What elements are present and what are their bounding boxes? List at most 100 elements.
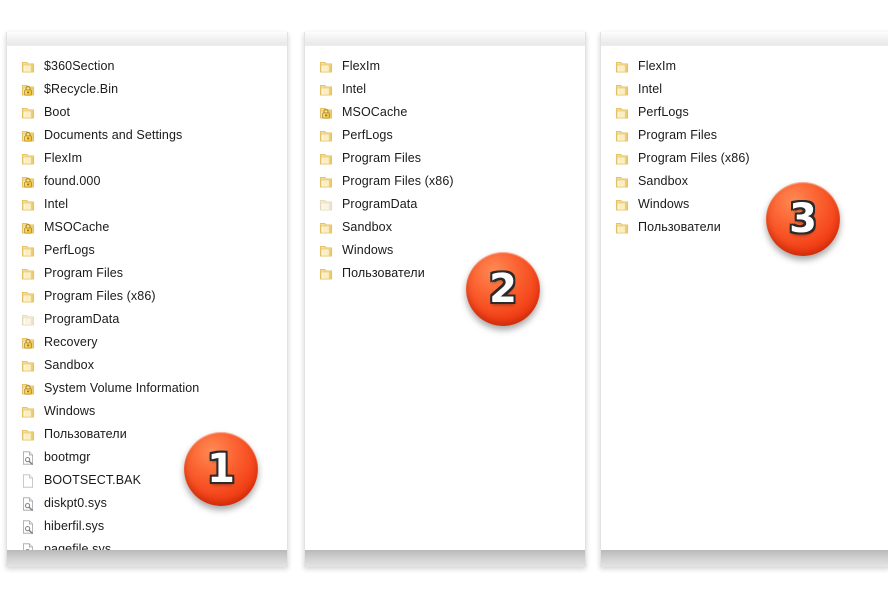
file-row[interactable]: Sandbox xyxy=(601,170,888,193)
file-row[interactable]: Program Files xyxy=(7,262,287,285)
file-row[interactable]: hiberfil.sys xyxy=(7,515,287,538)
blank-file-icon xyxy=(20,473,36,489)
explorer-panel-2[interactable]: FlexIm Intel MSOCache PerfLogs Program Files… xyxy=(304,32,586,567)
callout-badge-3: 3 xyxy=(766,182,840,256)
folder-icon xyxy=(614,82,630,98)
panel-3-file-area[interactable]: FlexIm Intel PerfLogs Program Files Program … xyxy=(601,46,888,566)
file-row[interactable]: Program Files xyxy=(305,147,585,170)
panel-1-toolbar xyxy=(7,32,287,46)
file-row[interactable]: PerfLogs xyxy=(601,101,888,124)
file-row[interactable]: Intel xyxy=(601,78,888,101)
file-row[interactable]: $Recycle.Bin xyxy=(7,78,287,101)
folder-icon xyxy=(614,59,630,75)
file-name-label: Windows xyxy=(342,243,394,257)
file-row[interactable]: Program Files (x86) xyxy=(601,147,888,170)
file-row[interactable]: Windows xyxy=(305,239,585,262)
file-row[interactable]: Windows xyxy=(7,400,287,423)
folder-faded-icon xyxy=(20,312,36,328)
explorer-panel-3[interactable]: FlexIm Intel PerfLogs Program Files Program … xyxy=(600,32,888,567)
file-row[interactable]: Program Files (x86) xyxy=(305,170,585,193)
file-name-label: Intel xyxy=(638,82,663,96)
panel-3-toolbar xyxy=(601,32,888,46)
file-row[interactable]: System Volume Information xyxy=(7,377,287,400)
file-row[interactable]: MSOCache xyxy=(7,216,287,239)
folder-icon xyxy=(614,128,630,144)
file-name-label: Sandbox xyxy=(44,358,95,372)
locked-folder-icon xyxy=(20,82,36,98)
file-row[interactable]: $360Section xyxy=(7,55,287,78)
folder-icon xyxy=(318,128,334,144)
file-name-label: BOOTSECT.BAK xyxy=(44,473,142,487)
file-name-label: Пользователи xyxy=(44,427,127,441)
file-name-label: FlexIm xyxy=(638,59,677,73)
file-row[interactable]: Recovery xyxy=(7,331,287,354)
folder-icon xyxy=(614,174,630,190)
file-name-label: Program Files xyxy=(638,128,718,142)
file-row[interactable]: Boot xyxy=(7,101,287,124)
file-name-label: diskpt0.sys xyxy=(44,496,107,510)
file-name-label: Program Files (x86) xyxy=(44,289,156,303)
file-name-label: Documents and Settings xyxy=(44,128,183,142)
folder-icon xyxy=(318,243,334,259)
file-name-label: Recovery xyxy=(44,335,98,349)
folder-icon xyxy=(20,266,36,282)
file-row[interactable]: Sandbox xyxy=(7,354,287,377)
file-name-label: FlexIm xyxy=(342,59,381,73)
file-row[interactable]: Intel xyxy=(305,78,585,101)
locked-folder-icon xyxy=(20,381,36,397)
file-name-label: found.000 xyxy=(44,174,101,188)
file-name-label: PerfLogs xyxy=(638,105,689,119)
file-row[interactable]: found.000 xyxy=(7,170,287,193)
callout-badge-2-number: 2 xyxy=(489,266,517,312)
file-row[interactable]: FlexIm xyxy=(305,55,585,78)
file-name-label: FlexIm xyxy=(44,151,83,165)
file-name-label: MSOCache xyxy=(342,105,408,119)
callout-badge-1: 1 xyxy=(184,432,258,506)
file-row[interactable]: FlexIm xyxy=(7,147,287,170)
system-file-icon xyxy=(20,519,36,535)
file-row[interactable]: Intel xyxy=(7,193,287,216)
folder-icon xyxy=(318,151,334,167)
file-name-label: ProgramData xyxy=(44,312,120,326)
file-name-label: Intel xyxy=(44,197,69,211)
panel-2-file-area[interactable]: FlexIm Intel MSOCache PerfLogs Program Files… xyxy=(305,46,585,566)
file-name-label: Boot xyxy=(44,105,71,119)
file-row[interactable]: Program Files (x86) xyxy=(7,285,287,308)
locked-folder-icon xyxy=(20,128,36,144)
file-name-label: PerfLogs xyxy=(44,243,95,257)
file-row[interactable]: FlexIm xyxy=(601,55,888,78)
file-name-label: $360Section xyxy=(44,59,115,73)
file-row[interactable]: Sandbox xyxy=(305,216,585,239)
file-row[interactable]: ProgramData xyxy=(305,193,585,216)
panel-2-status-bar xyxy=(305,550,585,566)
panel-2-file-list: FlexIm Intel MSOCache PerfLogs Program Files… xyxy=(305,55,585,285)
file-row[interactable]: Windows xyxy=(601,193,888,216)
folder-icon xyxy=(20,151,36,167)
file-row[interactable]: Пользователи xyxy=(305,262,585,285)
file-name-label: Program Files (x86) xyxy=(638,151,750,165)
file-name-label: Program Files xyxy=(342,151,422,165)
folder-icon xyxy=(614,197,630,213)
file-name-label: System Volume Information xyxy=(44,381,200,395)
panel-1-status-bar xyxy=(7,550,287,566)
file-row[interactable]: Пользователи xyxy=(601,216,888,239)
file-row[interactable]: Program Files xyxy=(601,124,888,147)
file-name-label: MSOCache xyxy=(44,220,110,234)
file-name-label: ProgramData xyxy=(342,197,418,211)
file-row[interactable]: PerfLogs xyxy=(7,239,287,262)
file-row[interactable]: MSOCache xyxy=(305,101,585,124)
folder-icon xyxy=(318,82,334,98)
folder-icon xyxy=(20,289,36,305)
callout-badge-1-number: 1 xyxy=(207,446,235,492)
file-name-label: Windows xyxy=(638,197,690,211)
file-row[interactable]: Documents and Settings xyxy=(7,124,287,147)
file-name-label: Program Files (x86) xyxy=(342,174,454,188)
folder-icon xyxy=(20,197,36,213)
file-name-label: hiberfil.sys xyxy=(44,519,105,533)
screenshot-stage: $360Section $Recycle.Bin Boot Documents and… xyxy=(0,0,888,612)
callout-badge-2: 2 xyxy=(466,252,540,326)
file-row[interactable]: ProgramData xyxy=(7,308,287,331)
file-name-label: Windows xyxy=(44,404,96,418)
folder-icon xyxy=(318,59,334,75)
file-row[interactable]: PerfLogs xyxy=(305,124,585,147)
